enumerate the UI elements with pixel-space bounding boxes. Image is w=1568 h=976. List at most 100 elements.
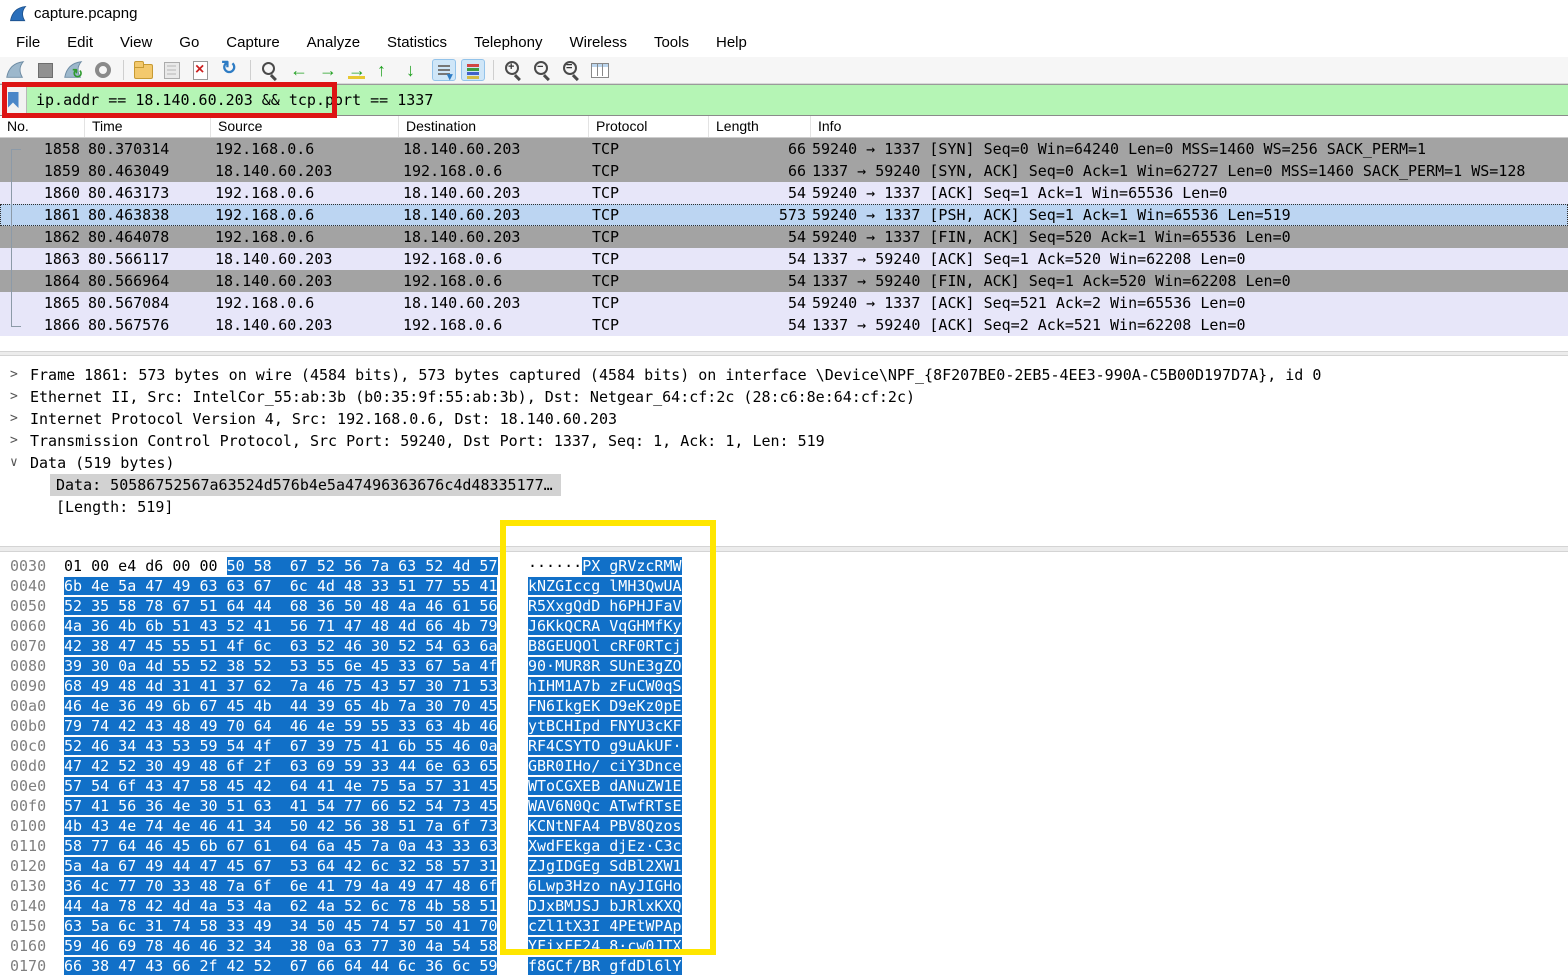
hex-ascii[interactable]: ······PX gRVzcRMW	[528, 556, 682, 576]
hex-bytes[interactable]: 4b 43 4e 74 4e 46 41 34 50 42 56 38 51 7…	[64, 816, 497, 836]
detail-row[interactable]: Data: 50586752567a63524d576b4e5a47496363…	[0, 474, 1568, 496]
hex-ascii[interactable]: J6KkQCRA VqGHMfKy	[528, 616, 682, 636]
hex-ascii[interactable]: ZJgIDGEg SdBl2XW1	[528, 856, 682, 876]
menu-capture[interactable]: Capture	[220, 32, 285, 53]
expander-arrow-icon[interactable]: >	[10, 430, 18, 452]
hex-row[interactable]: 008039 30 0a 4d 55 52 38 52 53 55 6e 45 …	[0, 656, 1568, 676]
hex-row[interactable]: 009068 49 48 4d 31 41 37 62 7a 46 75 43 …	[0, 676, 1568, 696]
menu-statistics[interactable]: Statistics	[381, 32, 453, 53]
hex-row[interactable]: 01205a 4a 67 49 44 47 45 67 53 64 42 6c …	[0, 856, 1568, 876]
hex-bytes[interactable]: 44 4a 78 42 4d 4a 53 4a 62 4a 52 6c 78 4…	[64, 896, 497, 916]
menu-view[interactable]: View	[114, 32, 158, 53]
hex-ascii[interactable]: ytBCHIpd FNYU3cKF	[528, 716, 682, 736]
hex-row[interactable]: 017066 38 47 43 66 2f 42 52 67 66 64 44 …	[0, 956, 1568, 976]
hex-bytes[interactable]: 63 5a 6c 31 74 58 33 49 34 50 45 74 57 5…	[64, 916, 497, 936]
hex-bytes[interactable]: 52 46 34 43 53 59 54 4f 67 39 75 41 6b 5…	[64, 736, 497, 756]
hex-row[interactable]: 003001 00 e4 d6 00 00 50 58 67 52 56 7a …	[0, 556, 1568, 576]
hex-row[interactable]: 007042 38 47 45 55 51 4f 6c 63 52 46 30 …	[0, 636, 1568, 656]
open-file-icon[interactable]	[131, 59, 155, 81]
packet-row-1866[interactable]: 186680.56757618.140.60.203192.168.0.6TCP…	[0, 314, 1568, 336]
detail-row[interactable]: [Length: 519]	[0, 496, 1568, 518]
hex-bytes[interactable]: 46 4e 36 49 6b 67 45 4b 44 39 65 4b 7a 3…	[64, 696, 497, 716]
expander-arrow-icon[interactable]: >	[10, 386, 18, 408]
detail-row[interactable]: >Internet Protocol Version 4, Src: 192.1…	[0, 408, 1568, 430]
hex-ascii[interactable]: WToCGXEB dANuZW1E	[528, 776, 682, 796]
capture-stop-icon[interactable]	[33, 59, 57, 81]
column-header-destination[interactable]: Destination	[399, 116, 589, 137]
detail-row[interactable]: >Transmission Control Protocol, Src Port…	[0, 430, 1568, 452]
detail-row[interactable]: ∨Data (519 bytes)	[0, 452, 1568, 474]
hex-bytes[interactable]: 57 54 6f 43 47 58 45 42 64 41 4e 75 5a 5…	[64, 776, 497, 796]
hex-ascii[interactable]: YFixFF24 8·cw0JTX	[528, 936, 682, 956]
hex-row[interactable]: 014044 4a 78 42 4d 4a 53 4a 62 4a 52 6c …	[0, 896, 1568, 916]
capture-start-icon[interactable]	[4, 59, 28, 81]
menu-wireless[interactable]: Wireless	[563, 32, 633, 53]
hex-bytes[interactable]: 58 77 64 46 45 6b 67 61 64 6a 45 7a 0a 4…	[64, 836, 497, 856]
hex-ascii[interactable]: cZl1tX3I 4PEtWPAp	[528, 916, 682, 936]
hex-ascii[interactable]: kNZGIccg lMH3QwUA	[528, 576, 682, 596]
hex-row[interactable]: 00f057 41 56 36 4e 30 51 63 41 54 77 66 …	[0, 796, 1568, 816]
packet-row-1861[interactable]: 186180.463838192.168.0.618.140.60.203TCP…	[0, 204, 1568, 226]
hex-row[interactable]: 00b079 74 42 43 48 49 70 64 46 4e 59 55 …	[0, 716, 1568, 736]
hex-ascii[interactable]: FN6IkgEK D9eKz0pE	[528, 696, 682, 716]
packet-row-1865[interactable]: 186580.567084192.168.0.618.140.60.203TCP…	[0, 292, 1568, 314]
capture-options-icon[interactable]	[91, 59, 115, 81]
hex-ascii[interactable]: WAV6N0Qc ATwfRTsE	[528, 796, 682, 816]
hex-bytes[interactable]: 36 4c 77 70 33 48 7a 6f 6e 41 79 4a 49 4…	[64, 876, 497, 896]
save-file-icon[interactable]	[160, 59, 184, 81]
pane-splitter-top[interactable]	[0, 351, 1568, 356]
hex-bytes[interactable]: 79 74 42 43 48 49 70 64 46 4e 59 55 33 6…	[64, 716, 497, 736]
packet-row-1858[interactable]: 185880.370314192.168.0.618.140.60.203TCP…	[0, 138, 1568, 160]
hex-row[interactable]: 013036 4c 77 70 33 48 7a 6f 6e 41 79 4a …	[0, 876, 1568, 896]
hex-row[interactable]: 005052 35 58 78 67 51 64 44 68 36 50 48 …	[0, 596, 1568, 616]
display-filter-input[interactable]: ip.addr == 18.140.60.203 && tcp.port == …	[36, 91, 433, 109]
hex-bytes[interactable]: 52 35 58 78 67 51 64 44 68 36 50 48 4a 4…	[64, 596, 497, 616]
menu-analyze[interactable]: Analyze	[301, 32, 366, 53]
hex-row[interactable]: 00a046 4e 36 49 6b 67 45 4b 44 39 65 4b …	[0, 696, 1568, 716]
menu-edit[interactable]: Edit	[61, 32, 99, 53]
hex-bytes[interactable]: 39 30 0a 4d 55 52 38 52 53 55 6e 45 33 6…	[64, 656, 497, 676]
hex-ascii[interactable]: GBR0IHo/ ciY3Dnce	[528, 756, 682, 776]
go-first-packet-icon[interactable]: ↑	[374, 59, 398, 81]
hex-ascii[interactable]: RF4CSYTO g9uAkUF·	[528, 736, 682, 756]
hex-bytes[interactable]: 68 49 48 4d 31 41 37 62 7a 46 75 43 57 3…	[64, 676, 497, 696]
go-forward-icon[interactable]: →	[316, 59, 340, 81]
hex-bytes[interactable]: 01 00 e4 d6 00 00 50 58 67 52 56 7a 63 5…	[64, 556, 498, 576]
hex-row[interactable]: 011058 77 64 46 45 6b 67 61 64 6a 45 7a …	[0, 836, 1568, 856]
go-back-icon[interactable]: ←	[287, 59, 311, 81]
hex-ascii[interactable]: R5XxgQdD h6PHJFaV	[528, 596, 682, 616]
auto-scroll-icon[interactable]: ▾	[432, 59, 456, 81]
hex-ascii[interactable]: B8GEUQOl cRF0RTcj	[528, 636, 682, 656]
capture-restart-icon[interactable]: ↻	[62, 59, 86, 81]
expander-arrow-icon[interactable]: ∨	[10, 452, 18, 474]
hex-row[interactable]: 00c052 46 34 43 53 59 54 4f 67 39 75 41 …	[0, 736, 1568, 756]
filter-bookmark-button[interactable]	[0, 85, 27, 115]
hex-ascii[interactable]: KCNtNFA4 PBV8Qzos	[528, 816, 682, 836]
hex-ascii[interactable]: hIHM1A7b zFuCW0qS	[528, 676, 682, 696]
hex-ascii[interactable]: DJxBMJSJ bJRlxKXQ	[528, 896, 682, 916]
hex-ascii[interactable]: f8GCf/BR gfdDl6lY	[528, 956, 682, 976]
column-header-no[interactable]: No.	[0, 116, 85, 137]
hex-bytes[interactable]: 47 42 52 30 49 48 6f 2f 63 69 59 33 44 6…	[64, 756, 497, 776]
expander-arrow-icon[interactable]: >	[10, 364, 18, 386]
hex-bytes[interactable]: 5a 4a 67 49 44 47 45 67 53 64 42 6c 32 5…	[64, 856, 497, 876]
menu-file[interactable]: File	[10, 32, 46, 53]
detail-row[interactable]: >Frame 1861: 573 bytes on wire (4584 bit…	[0, 364, 1568, 386]
resize-columns-icon[interactable]	[588, 59, 612, 81]
hex-row[interactable]: 015063 5a 6c 31 74 58 33 49 34 50 45 74 …	[0, 916, 1568, 936]
menu-help[interactable]: Help	[710, 32, 753, 53]
expander-arrow-icon[interactable]: >	[10, 408, 18, 430]
packet-row-1859[interactable]: 185980.46304918.140.60.203192.168.0.6TCP…	[0, 160, 1568, 182]
hex-row[interactable]: 00406b 4e 5a 47 49 63 63 67 6c 4d 48 33 …	[0, 576, 1568, 596]
column-header-protocol[interactable]: Protocol	[589, 116, 709, 137]
colorize-icon[interactable]	[461, 59, 485, 81]
hex-row[interactable]: 00d047 42 52 30 49 48 6f 2f 63 69 59 33 …	[0, 756, 1568, 776]
hex-row[interactable]: 016059 46 69 78 46 46 32 34 38 0a 63 77 …	[0, 936, 1568, 956]
packet-row-1862[interactable]: 186280.464078192.168.0.618.140.60.203TCP…	[0, 226, 1568, 248]
column-header-info[interactable]: Info	[811, 116, 1568, 137]
detail-row[interactable]: >Ethernet II, Src: IntelCor_55:ab:3b (b0…	[0, 386, 1568, 408]
menu-tools[interactable]: Tools	[648, 32, 695, 53]
close-file-icon[interactable]: ×	[189, 59, 213, 81]
zoom-in-icon[interactable]: +	[501, 59, 525, 81]
packet-row-1863[interactable]: 186380.56611718.140.60.203192.168.0.6TCP…	[0, 248, 1568, 270]
